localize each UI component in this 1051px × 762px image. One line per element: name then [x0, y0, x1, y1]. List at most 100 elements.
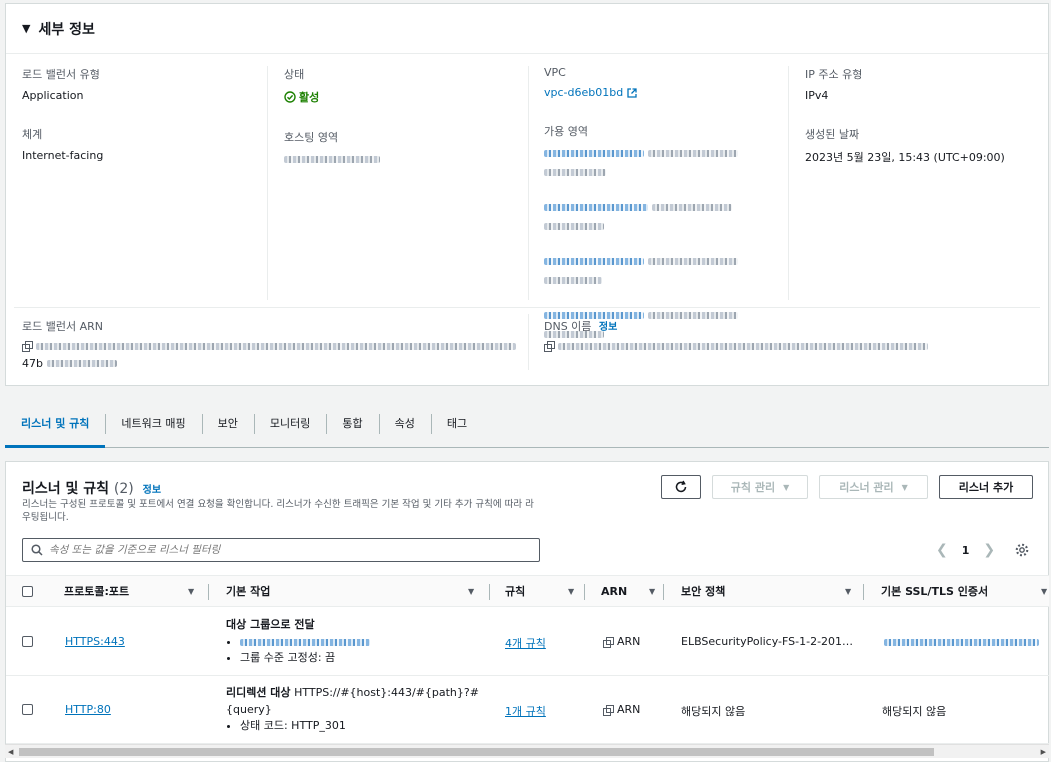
page-number[interactable]: 1 — [962, 544, 970, 557]
copy-icon[interactable] — [22, 341, 33, 352]
tab-attributes[interactable]: 속성 — [378, 404, 431, 442]
divider — [584, 584, 585, 600]
manage-rules-label: 규칙 관리 — [730, 481, 776, 494]
horizontal-scrollbar[interactable]: ◀ ▶ — [5, 744, 1049, 758]
redacted-value — [544, 276, 602, 284]
redacted-az-link[interactable] — [544, 257, 644, 265]
sort-icon[interactable]: ▼ — [568, 587, 574, 596]
divider — [14, 307, 1040, 308]
sort-icon[interactable]: ▼ — [188, 587, 194, 596]
vpc-label: VPC — [544, 66, 566, 79]
sort-icon[interactable]: ▼ — [649, 587, 655, 596]
redacted-value — [651, 203, 732, 211]
listeners-info-link[interactable]: 정보 — [143, 485, 161, 496]
row-checkbox[interactable] — [22, 636, 33, 647]
arn-cell: ARN — [603, 703, 640, 716]
manage-rules-button[interactable]: 규칙 관리 ▼ — [712, 475, 808, 499]
table-header: 프로토콜:포트 ▼ 기본 작업 ▼ 규칙 ▼ ARN ▼ 보안 정책 ▼ 기본 SSL/T… — [6, 575, 1049, 607]
gear-icon[interactable] — [1015, 543, 1029, 557]
protocol-link[interactable]: HTTPS:443 — [65, 635, 125, 648]
manage-listener-button[interactable]: 리스너 관리 ▼ — [819, 475, 928, 499]
ip-type-value: IPv4 — [805, 89, 829, 102]
col-protocol[interactable]: 프로토콜:포트 ▼ — [64, 576, 204, 606]
col-action[interactable]: 기본 작업 ▼ — [226, 576, 486, 606]
action-title: 대상 그룹으로 전달 — [226, 618, 315, 631]
col-rules-label: 규칙 — [505, 585, 526, 598]
add-listener-button[interactable]: 리스너 추가 — [939, 475, 1033, 499]
rules-link[interactable]: 1개 규칙 — [505, 703, 546, 719]
hosted-zone-label: 호스팅 영역 — [284, 131, 339, 144]
listeners-title: 리스너 및 규칙 (2) 정보 — [22, 478, 161, 498]
redacted-target-group-link[interactable] — [240, 638, 370, 646]
divider — [267, 66, 268, 300]
select-all-checkbox[interactable] — [22, 585, 33, 597]
details-col-2: 상태 활성 호스팅 영역 — [284, 66, 380, 185]
divider — [489, 584, 490, 600]
tab-bar: 리스너 및 규칙 네트워크 매핑 보안 모니터링 통합 속성 태그 — [5, 404, 1049, 448]
col-cert-label: 기본 SSL/TLS 인증서 — [881, 585, 989, 598]
scheme-label: 체계 — [22, 128, 43, 141]
search-input[interactable] — [49, 544, 519, 556]
row-checkbox[interactable] — [22, 704, 33, 715]
dns-info-link[interactable]: 정보 — [599, 322, 617, 333]
redacted-az-link[interactable] — [544, 203, 648, 211]
tab-network-mapping[interactable]: 네트워크 매핑 — [105, 404, 201, 442]
state-value: 활성 — [284, 89, 380, 105]
col-protocol-label: 프로토콜:포트 — [64, 585, 130, 598]
col-policy-label: 보안 정책 — [681, 585, 726, 598]
created-label: 생성된 날짜 — [805, 128, 860, 141]
refresh-button[interactable] — [661, 475, 701, 499]
sort-icon[interactable]: ▼ — [845, 587, 851, 596]
policy-cell: ELBSecurityPolicy-FS-1-2-201… — [681, 635, 854, 648]
az-label: 가용 영역 — [544, 125, 588, 138]
external-link-icon — [627, 87, 637, 98]
sort-icon[interactable]: ▼ — [468, 587, 474, 596]
redacted-value — [544, 168, 606, 176]
listener-search[interactable] — [22, 538, 540, 562]
scrollbar-thumb[interactable] — [19, 748, 934, 756]
redacted-value — [284, 155, 380, 163]
pagination: ❮ 1 ❯ — [936, 542, 995, 558]
az-list — [544, 146, 738, 340]
tab-integrations[interactable]: 통합 — [326, 404, 378, 442]
sort-icon[interactable]: ▼ — [1041, 587, 1047, 596]
vpc-link[interactable]: vpc-d6eb01bd — [544, 86, 637, 99]
state-text: 활성 — [299, 91, 320, 104]
copy-icon[interactable] — [603, 704, 614, 716]
arn-label: 로드 밸런서 ARN — [22, 320, 103, 333]
rules-link[interactable]: 4개 규칙 — [505, 635, 546, 651]
col-policy[interactable]: 보안 정책 ▼ — [681, 576, 861, 606]
col-rules[interactable]: 규칙 ▼ — [505, 576, 585, 606]
dns-label-text: DNS 이름 — [544, 320, 592, 333]
details-title: 세부 정보 — [38, 21, 95, 38]
col-arn-label: ARN — [601, 584, 628, 598]
protocol-link[interactable]: HTTP:80 — [65, 703, 111, 716]
chevron-left-icon[interactable]: ❮ — [936, 542, 948, 558]
tab-security[interactable]: 보안 — [201, 404, 254, 442]
divider — [788, 66, 789, 300]
action-target-cont: {query} — [226, 703, 272, 716]
divider — [208, 584, 209, 600]
redacted-dns — [558, 342, 928, 350]
chevron-right-icon[interactable]: ❯ — [983, 542, 995, 558]
col-arn[interactable]: ARN ▼ — [601, 576, 661, 606]
scroll-right-icon[interactable]: ▶ — [1041, 748, 1046, 756]
table-row[interactable]: HTTP:80 리디렉션 대상 HTTPS://#{host}:443/#{pa… — [6, 676, 1049, 744]
col-cert[interactable]: 기본 SSL/TLS 인증서 ▼ — [881, 576, 1049, 606]
divider — [528, 314, 529, 370]
details-header[interactable]: ▼ 세부 정보 — [6, 4, 1048, 54]
copy-icon[interactable] — [603, 636, 614, 648]
scroll-left-icon[interactable]: ◀ — [8, 748, 13, 756]
default-action: 대상 그룹으로 전달 그룹 수준 고정성: 끔 — [226, 616, 370, 666]
dns-label: DNS 이름 정보 — [544, 318, 928, 334]
redacted-az-link[interactable] — [544, 149, 644, 157]
table-row[interactable]: HTTPS:443 대상 그룹으로 전달 그룹 수준 고정성: 끔 4개 규칙 … — [6, 608, 1049, 676]
tab-listeners[interactable]: 리스너 및 규칙 — [5, 404, 106, 448]
action-title: 리디렉션 대상 — [226, 686, 291, 699]
arn-suffix: 47b — [22, 357, 43, 370]
caret-down-icon[interactable]: ▼ — [22, 22, 30, 35]
arn-text: ARN — [617, 635, 641, 648]
copy-icon[interactable] — [544, 341, 555, 352]
tab-monitoring[interactable]: 모니터링 — [253, 404, 326, 442]
tab-tags[interactable]: 태그 — [430, 404, 483, 442]
